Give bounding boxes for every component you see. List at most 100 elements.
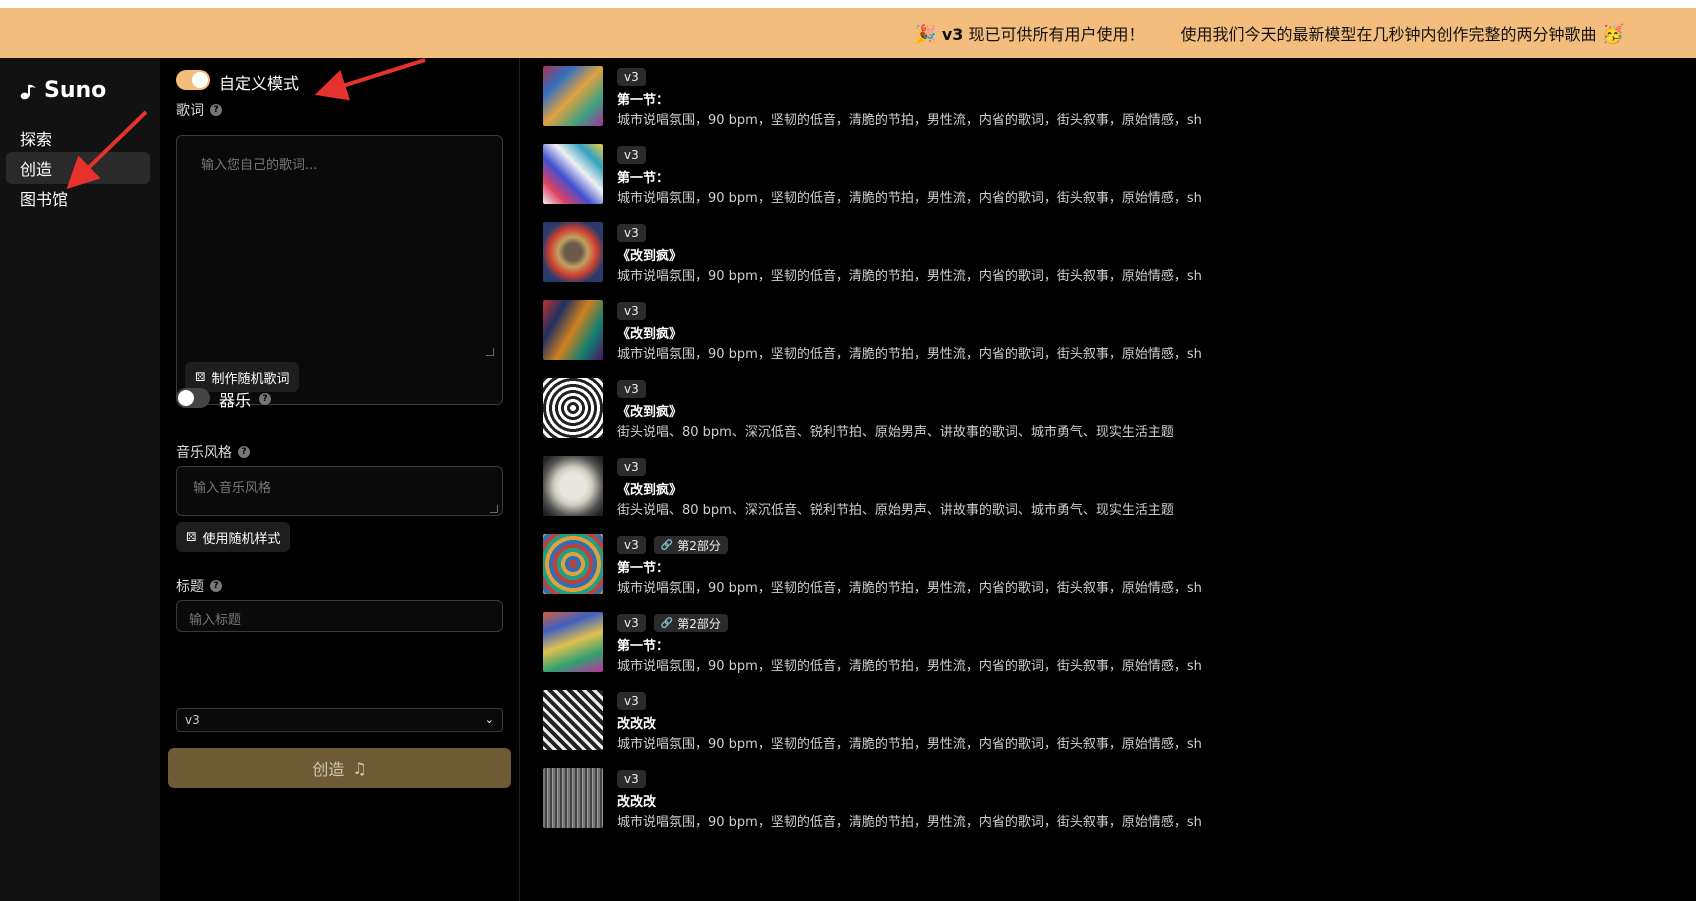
banner-version: v3 (941, 25, 964, 44)
title-label-text: 标题 (176, 579, 204, 595)
lyrics-textarea[interactable]: 输入您自己的歌词... ⚄ 制作随机歌词 (176, 135, 503, 405)
song-title[interactable]: 《改到疯》 (617, 323, 682, 342)
song-cover-art[interactable] (543, 144, 603, 204)
suno-logo-icon (20, 81, 36, 99)
link-icon: 🔗 (660, 617, 674, 629)
random-style-button[interactable]: ⚄ 使用随机样式 (176, 522, 291, 552)
sidebar-item-label: 图书馆 (20, 190, 69, 209)
song-title[interactable]: 第一节： (617, 89, 669, 108)
song-badges: v3 (617, 224, 646, 242)
toggle-knob (178, 390, 194, 406)
sidebar-item-library[interactable]: 图书馆 (6, 182, 150, 214)
suno-logo[interactable]: Suno (18, 78, 106, 103)
link-icon: 🔗 (660, 539, 674, 551)
banner-part1: 🎉 v3 现已可供所有用户使用！ (914, 21, 1144, 45)
help-icon[interactable]: ? (210, 104, 222, 116)
model-select[interactable]: v3 ⌄ (176, 708, 503, 732)
version-badge: v3 (617, 146, 646, 164)
song-row[interactable]: v3 第一节： 城市说唱氛围，90 bpm，坚韧的低音，清脆的节拍，男性流，内省的歌… (543, 142, 1643, 206)
create-button-label: 创造 (312, 760, 345, 779)
sidebar-item-label: 创造 (20, 160, 53, 179)
song-title[interactable]: 《改到疯》 (617, 479, 682, 498)
custom-mode-toggle[interactable] (176, 70, 210, 90)
help-icon[interactable]: ? (210, 580, 222, 592)
help-icon[interactable]: ? (238, 446, 250, 458)
part-link-badge[interactable]: 🔗 第2部分 (653, 536, 728, 554)
lyrics-label: 歌词 ? (176, 100, 222, 120)
style-input[interactable]: 输入音乐风格 (176, 466, 503, 516)
sidebar-item-explore[interactable]: 探索 (6, 122, 150, 154)
song-row[interactable]: v3 《改到疯》 城市说唱氛围，90 bpm，坚韧的低音，清脆的节拍，男性流，内省的… (543, 298, 1643, 362)
part-link-label: 第2部分 (677, 616, 721, 631)
lyrics-label-text: 歌词 (176, 103, 204, 119)
song-cover-art[interactable] (543, 300, 603, 360)
song-cover-art[interactable] (543, 378, 603, 438)
sidebar: Suno 探索 创造 图书馆 (0, 58, 160, 901)
part-link-label: 第2部分 (677, 538, 721, 553)
song-badges: v3 🔗 第2部分 (617, 614, 728, 632)
song-row[interactable]: v3 《改到疯》 城市说唱氛围，90 bpm，坚韧的低音，清脆的节拍，男性流，内省的… (543, 220, 1643, 284)
song-badges: v3 (617, 380, 646, 398)
title-input[interactable]: 输入标题 (176, 600, 503, 632)
song-badges: v3 🔗 第2部分 (617, 536, 728, 554)
instrumental-label: 器乐 ? (219, 387, 272, 411)
logo-text: Suno (44, 78, 107, 103)
song-list: v3 第一节： 城市说唱氛围，90 bpm，坚韧的低音，清脆的节拍，男性流，内省的歌… (521, 58, 1696, 901)
toggle-knob (192, 72, 208, 88)
custom-mode-label: 自定义模式 (219, 74, 300, 93)
song-style-description: 城市说唱氛围，90 bpm，坚韧的低音，清脆的节拍，男性流，内省的歌词，街头叙事… (617, 815, 1202, 830)
song-row[interactable]: v3 🔗 第2部分 第一节： 城市说唱氛围，90 bpm，坚韧的低音，清脆的节拍，男性流… (543, 610, 1643, 674)
song-row[interactable]: v3 改改改城市说唱氛围，90 bpm，坚韧的低音，清脆的节拍，男性流，内省的歌词… (543, 766, 1643, 830)
song-title[interactable]: 《改到疯》 (617, 245, 682, 264)
instrumental-label-text: 器乐 (219, 391, 252, 410)
dice-icon: ⚄ (195, 370, 206, 384)
sidebar-item-create[interactable]: 创造 (6, 152, 150, 184)
song-title[interactable]: 改改改 (617, 791, 656, 810)
announcement-banner: 🎉 v3 现已可供所有用户使用！ 使用我们今天的最新模型在几秒钟内创作完整的两分… (0, 8, 1696, 58)
song-row[interactable]: v3 改改改 城市说唱氛围，90 bpm，坚韧的低音，清脆的节拍，男性流，内省的歌词… (543, 688, 1643, 752)
song-cover-art[interactable] (543, 222, 603, 282)
song-badges: v3 (617, 692, 646, 710)
song-style-description: 街头说唱、80 bpm、深沉低音、锐利节拍、原始男声、讲故事的歌词、城市勇气、现… (617, 425, 1174, 440)
song-row[interactable]: v3 🔗 第2部分 第一节： 城市说唱氛围，90 bpm，坚韧的低音，清脆的节拍，男性流… (543, 532, 1643, 596)
browser-top-strip (0, 0, 1696, 8)
version-badge: v3 (617, 68, 646, 86)
song-badges: v3 (617, 302, 646, 320)
song-cover-art[interactable] (543, 612, 603, 672)
help-icon[interactable]: ? (259, 393, 272, 405)
title-label: 标题 ? (176, 576, 222, 596)
random-lyrics-label: 制作随机歌词 (211, 371, 290, 387)
song-title[interactable]: 改改改 (617, 713, 656, 732)
version-badge: v3 (617, 224, 646, 242)
song-style-description: 街头说唱、80 bpm、深沉低音、锐利节拍、原始男声、讲故事的歌词、城市勇气、现… (617, 503, 1174, 518)
style-label: 音乐风格 ? (176, 442, 250, 462)
song-title[interactable]: 《改到疯》 (617, 401, 682, 420)
part-link-badge[interactable]: 🔗 第2部分 (653, 614, 728, 632)
title-placeholder: 输入标题 (189, 613, 242, 628)
banner-part2: 使用我们今天的最新模型在几秒钟内创作完整的两分钟歌曲 🥳 (1180, 21, 1624, 45)
song-cover-art[interactable] (543, 534, 603, 594)
song-title[interactable]: 第一节： (617, 167, 669, 186)
song-row[interactable]: v3 《改到疯》街头说唱、80 bpm、深沉低音、锐利节拍、原始男声、讲故事的歌词… (543, 376, 1643, 440)
banner-text-1: 现已可供所有用户使用！ (963, 25, 1145, 44)
chevron-down-icon: ⌄ (484, 713, 494, 726)
song-style-description: 城市说唱氛围，90 bpm，坚韧的低音，清脆的节拍，男性流，内省的歌词，街头叙事… (617, 659, 1202, 674)
song-cover-art[interactable] (543, 768, 603, 828)
instrumental-toggle[interactable] (176, 388, 210, 408)
music-note-icon: ♫ (352, 758, 367, 778)
song-cover-art[interactable] (543, 66, 603, 126)
song-title[interactable]: 第一节： (617, 557, 669, 576)
song-style-description: 城市说唱氛围，90 bpm，坚韧的低音，清脆的节拍，男性流，内省的歌词，街头叙事… (617, 113, 1202, 128)
song-badges: v3 (617, 770, 646, 788)
resize-handle-icon[interactable] (490, 505, 498, 513)
song-title[interactable]: 第一节： (617, 635, 669, 654)
resize-handle-icon[interactable] (486, 348, 494, 356)
song-badges: v3 (617, 68, 646, 86)
song-row[interactable]: v3 《改到疯》街头说唱、80 bpm、深沉低音、锐利节拍、原始男声、讲故事的歌词… (543, 454, 1643, 518)
song-cover-art[interactable] (543, 456, 603, 516)
song-row[interactable]: v3 第一节： 城市说唱氛围，90 bpm，坚韧的低音，清脆的节拍，男性流，内省的歌… (543, 64, 1643, 128)
song-cover-art[interactable] (543, 690, 603, 750)
create-button[interactable]: 创造 ♫ (168, 748, 511, 788)
song-badges: v3 (617, 146, 646, 164)
version-badge: v3 (617, 458, 646, 476)
